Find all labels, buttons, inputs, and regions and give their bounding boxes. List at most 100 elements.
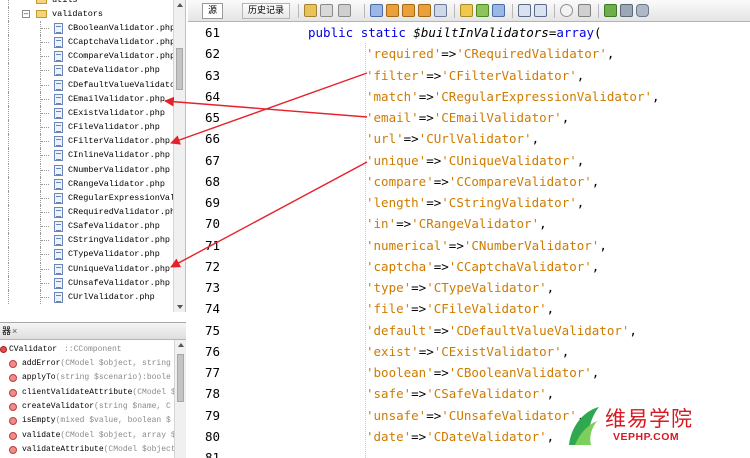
- keyword-public: public: [308, 25, 354, 40]
- tree-guide-line: [41, 282, 49, 284]
- collapse-toggle-icon[interactable]: −: [22, 10, 30, 18]
- tree-file-item[interactable]: CFilterValidator.php: [0, 134, 174, 149]
- tree-folder-validators[interactable]: − validators: [0, 7, 174, 21]
- tree-guide-line: [8, 176, 9, 191]
- navigator-class-row[interactable]: CValidator ::CComponent: [0, 343, 174, 357]
- select-icon[interactable]: [434, 4, 447, 17]
- tree-file-item[interactable]: CInlineValidator.php: [0, 148, 174, 163]
- find-selection-icon[interactable]: [402, 4, 415, 17]
- uncomment-icon[interactable]: [620, 4, 633, 17]
- scroll-down-icon[interactable]: [177, 305, 183, 309]
- line-number: 75: [204, 322, 220, 338]
- tree-file-item[interactable]: CRequiredValidator.php: [0, 204, 174, 219]
- toggle-highlight-icon[interactable]: [418, 4, 431, 17]
- database-icon[interactable]: [636, 4, 649, 17]
- open-paren: (: [594, 25, 602, 40]
- class-name: CValidator: [9, 345, 58, 354]
- php-file-icon: [54, 122, 63, 134]
- back-icon[interactable]: [304, 4, 317, 17]
- arrow-operator: =>: [418, 343, 434, 359]
- scroll-thumb[interactable]: [177, 354, 184, 402]
- array-value: 'CUrlValidator': [418, 131, 532, 147]
- shift-left-icon[interactable]: [518, 4, 531, 17]
- forward-icon[interactable]: [320, 4, 333, 17]
- tree-guide-line: [41, 56, 49, 58]
- navigator-method-item[interactable]: isEmpty(mixed $value, boolean $: [0, 414, 174, 428]
- line-number: 66: [204, 131, 220, 147]
- find-previous-icon[interactable]: [370, 4, 383, 17]
- navigator-method-item[interactable]: validate(CModel $object, array $: [0, 429, 174, 443]
- tree-file-item[interactable]: CSafeValidator.php: [0, 219, 174, 234]
- tree-file-item[interactable]: CRangeValidator.php: [0, 176, 174, 191]
- tree-file-item[interactable]: CFileValidator.php: [0, 120, 174, 135]
- tab-history[interactable]: 历史记录: [242, 3, 291, 19]
- php-file-icon: [54, 93, 63, 105]
- tree-guide-line: [8, 162, 9, 177]
- tree-file-item[interactable]: CUnsafeValidator.php: [0, 275, 174, 290]
- code-line-entry: 'safe'=>'CSafeValidator',: [366, 383, 554, 404]
- editor-toolbar: 源 历史记录: [188, 0, 750, 22]
- arrow-operator: =>: [411, 301, 427, 317]
- navigator-method-item[interactable]: validateAttribute(CModel $object: [0, 443, 174, 457]
- tree-guide-line: [41, 183, 49, 185]
- array-value: 'CStringValidator': [441, 195, 577, 210]
- scroll-up-icon[interactable]: [177, 3, 183, 7]
- tree-guide-line: [41, 70, 49, 72]
- tree-file-item[interactable]: CDateValidator.php: [0, 63, 174, 78]
- shift-right-icon[interactable]: [534, 4, 547, 17]
- navigator-scrollbar[interactable]: [174, 340, 186, 458]
- toolbar-separator: [598, 4, 599, 18]
- tree-file-item[interactable]: CUrlValidator.php: [0, 289, 174, 304]
- tree-guide-line: [41, 112, 49, 114]
- method-signature: addError(CModel $object, string: [22, 357, 171, 371]
- tree-guide-line: [8, 190, 9, 205]
- tree-file-item[interactable]: CEmailValidator.php: [0, 91, 174, 106]
- code-line-entry: 'length'=>'CStringValidator',: [366, 192, 584, 213]
- tree-folder-utils[interactable]: utils: [0, 0, 174, 7]
- comma: ,: [599, 237, 607, 253]
- line-number: 80: [204, 428, 220, 444]
- tree-file-item[interactable]: CBooleanValidator.php: [0, 21, 174, 35]
- arrow-operator: =>: [433, 322, 449, 338]
- tree-file-item[interactable]: CRegularExpressionVali: [0, 190, 174, 205]
- navigator-method-item[interactable]: addError(CModel $object, string: [0, 357, 174, 371]
- tree-file-item[interactable]: CTypeValidator.php: [0, 247, 174, 262]
- folder-icon: [36, 0, 47, 4]
- watermark-title: 维易学院: [605, 407, 693, 431]
- arrow-operator: =>: [411, 280, 427, 295]
- tree-file-item[interactable]: CCaptchaValidator.php: [0, 35, 174, 50]
- close-icon[interactable]: ×: [12, 323, 17, 339]
- tree-guide-line: [8, 233, 9, 248]
- code-editor[interactable]: public static $builtInValidators=array('…: [226, 22, 750, 458]
- find-next-icon[interactable]: [386, 4, 399, 17]
- tree-file-item[interactable]: CCompareValidator.php: [0, 49, 174, 64]
- scroll-up-icon[interactable]: [178, 343, 184, 347]
- array-value: 'CRegularExpressionValidator': [433, 88, 652, 104]
- tree-file-item[interactable]: CStringValidator.php: [0, 233, 174, 248]
- tree-guide-line: [8, 148, 9, 163]
- comment-icon[interactable]: [604, 4, 617, 17]
- tree-file-item[interactable]: CUniqueValidator.php: [0, 261, 174, 276]
- stop-macro-icon[interactable]: [578, 4, 591, 17]
- tab-source[interactable]: 源: [202, 3, 224, 19]
- navigator-method-item[interactable]: applyTo(string $scenario):boole: [0, 371, 174, 385]
- arrow-operator: =>: [396, 216, 412, 232]
- tree-file-item[interactable]: CDefaultValueValidator: [0, 77, 174, 92]
- bookmark-prev-icon[interactable]: [460, 4, 473, 17]
- toggle-bookmark-icon[interactable]: [492, 4, 505, 17]
- scroll-thumb[interactable]: [176, 48, 183, 90]
- bookmark-next-icon[interactable]: [476, 4, 489, 17]
- method-icon: [9, 417, 17, 426]
- start-macro-icon[interactable]: [560, 4, 573, 17]
- navigator-method-item[interactable]: clientValidateAttribute(CModel $: [0, 386, 174, 400]
- tree-file-item[interactable]: CExistValidator.php: [0, 105, 174, 120]
- tree-file-item[interactable]: CNumberValidator.php: [0, 162, 174, 177]
- method-signature: validate(CModel $object, array $: [22, 429, 174, 443]
- history-dropdown-icon[interactable]: [338, 4, 351, 17]
- navigator-method-item[interactable]: createValidator(string $name, C: [0, 400, 174, 414]
- php-file-icon: [54, 136, 63, 148]
- method-params: (CModel $object, string: [60, 359, 171, 368]
- arrow-operator: =>: [426, 407, 442, 423]
- tree-scrollbar[interactable]: [173, 0, 185, 312]
- navigator-tab-title[interactable]: 器: [2, 323, 11, 339]
